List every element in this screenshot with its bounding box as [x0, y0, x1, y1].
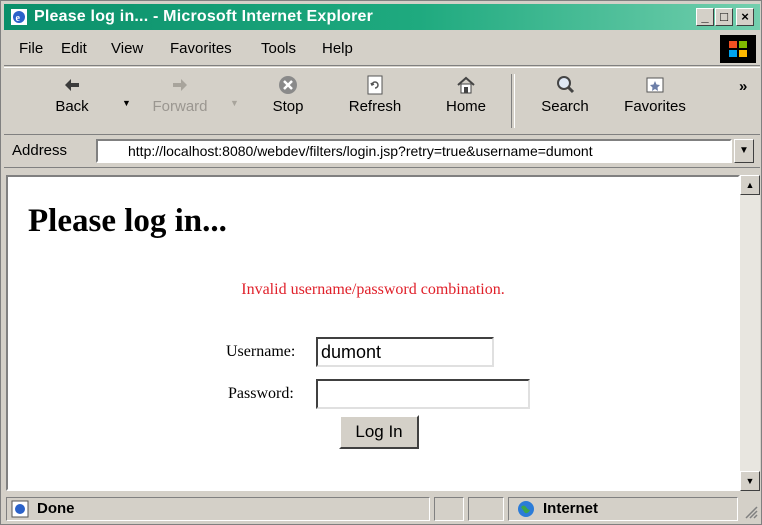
forward-button[interactable]: Forward: [144, 74, 216, 115]
menu-tools[interactable]: Tools: [261, 40, 296, 57]
favorites-button[interactable]: Favorites: [618, 74, 692, 115]
scroll-up-icon[interactable]: ▲: [740, 175, 760, 195]
resize-grip-icon[interactable]: [742, 503, 758, 519]
menu-bar: File Edit View Favorites Tools Help: [4, 33, 760, 66]
back-dropdown-icon[interactable]: ▼: [122, 98, 131, 108]
browser-window: e Please log in... - Microsoft Internet …: [0, 0, 762, 525]
status-pane-empty-2: [468, 497, 504, 521]
status-bar: Done Internet: [4, 495, 760, 523]
minimize-button[interactable]: _: [696, 8, 714, 26]
page-content: Please log in... Invalid username/passwo…: [6, 175, 740, 491]
menu-edit[interactable]: Edit: [61, 40, 87, 57]
internet-explorer-icon: e: [10, 8, 28, 26]
globe-icon: [517, 500, 535, 525]
stop-icon: [277, 74, 299, 96]
password-label: Password:: [228, 385, 294, 402]
page-done-icon: [11, 500, 29, 525]
address-dropdown-icon[interactable]: ▼: [734, 139, 754, 163]
status-text: Done: [37, 500, 75, 517]
back-arrow-icon: [61, 74, 83, 96]
security-zone-label: Internet: [543, 500, 599, 517]
stop-button[interactable]: Stop: [260, 74, 316, 115]
scroll-down-icon[interactable]: ▼: [740, 471, 760, 491]
username-field[interactable]: [316, 337, 494, 367]
toolbar-separator: [511, 74, 515, 128]
toolbar-overflow-chevron[interactable]: »: [739, 78, 747, 95]
security-zone-pane: Internet: [508, 497, 738, 521]
close-button[interactable]: ×: [736, 8, 754, 26]
forward-dropdown-icon[interactable]: ▼: [230, 98, 239, 108]
title-bar: e Please log in... - Microsoft Internet …: [4, 4, 760, 30]
menu-view[interactable]: View: [111, 40, 143, 57]
standard-toolbar: Back ▼ Forward ▼ Stop Refresh Home Searc…: [4, 67, 760, 135]
vertical-scrollbar[interactable]: ▲ ▼: [740, 175, 760, 491]
home-button[interactable]: Home: [436, 74, 496, 115]
page-title: Please log in...: [28, 203, 227, 239]
forward-arrow-icon: [169, 74, 191, 96]
menu-help[interactable]: Help: [322, 40, 353, 57]
window-title: Please log in... - Microsoft Internet Ex…: [34, 8, 374, 25]
windows-logo-icon: [720, 35, 756, 63]
address-input[interactable]: http://localhost:8080/webdev/filters/log…: [96, 139, 732, 163]
search-button[interactable]: Search: [532, 74, 598, 115]
back-button[interactable]: Back: [44, 74, 100, 115]
menu-favorites[interactable]: Favorites: [170, 40, 232, 57]
username-label: Username:: [226, 343, 296, 360]
status-pane-empty-1: [434, 497, 464, 521]
address-label: Address: [12, 142, 68, 159]
login-button[interactable]: Log In: [339, 415, 419, 449]
address-bar: Address http://localhost:8080/webdev/fil…: [4, 135, 760, 168]
refresh-button[interactable]: Refresh: [340, 74, 410, 115]
refresh-icon: [364, 74, 386, 96]
favorites-icon: [644, 74, 666, 96]
password-field[interactable]: [316, 379, 530, 409]
address-url: http://localhost:8080/webdev/filters/log…: [128, 143, 593, 159]
maximize-button[interactable]: □: [715, 8, 733, 26]
status-text-pane: Done: [6, 497, 430, 521]
home-icon: [455, 74, 477, 96]
menu-file[interactable]: File: [19, 40, 43, 57]
svg-text:e: e: [16, 13, 21, 24]
search-icon: [554, 74, 576, 96]
error-message: Invalid username/password combination.: [241, 281, 505, 298]
